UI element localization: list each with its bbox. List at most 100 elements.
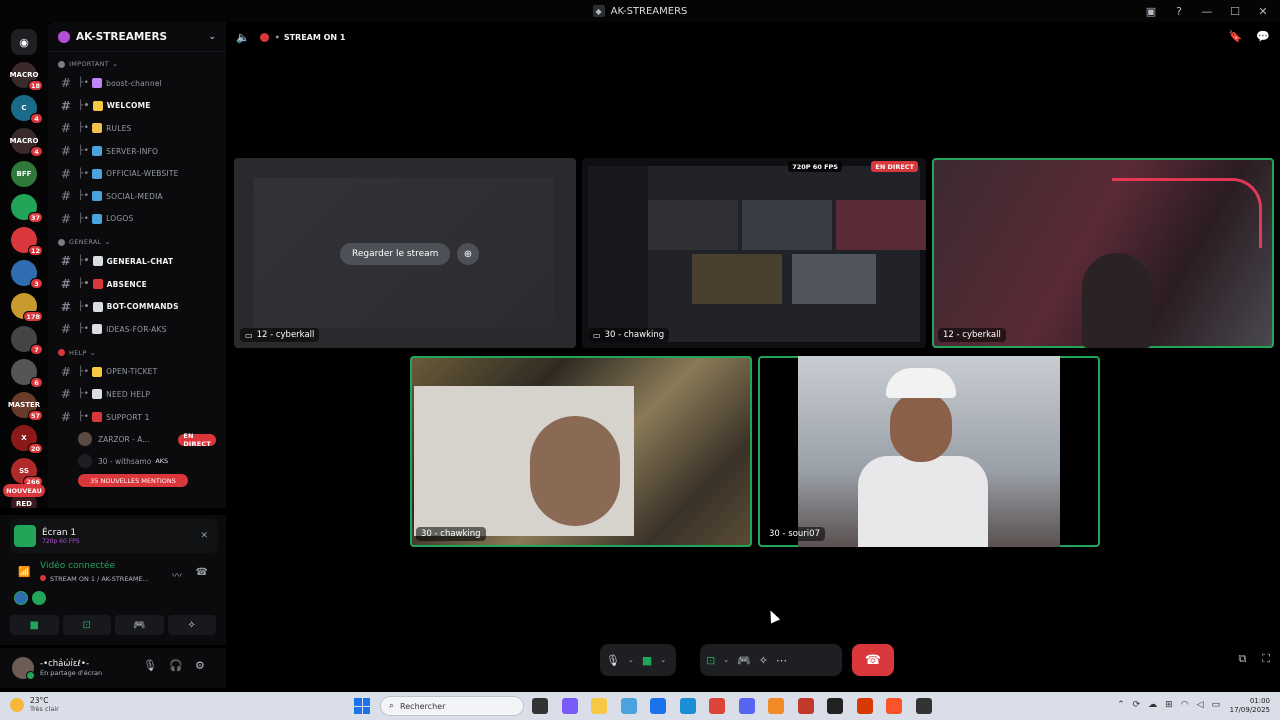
chevron-up-icon[interactable]: ⌃ [1117,700,1125,710]
battery-icon[interactable]: ▭ [1211,700,1220,710]
voice-channel-line[interactable]: STREAM ON 1 / AK-STREAME... [40,575,149,583]
channel-open-ticket[interactable]: # ├• OPEN-TICKET [48,361,226,384]
edge-icon[interactable] [679,698,696,714]
more-icon[interactable]: ⋯ [776,654,787,667]
channel-general-chat[interactable]: # ├• GENERAL-CHAT [48,250,226,273]
category-important[interactable]: IMPORTANT ⌄ [48,56,226,72]
avatar[interactable] [12,657,35,680]
server-icon-masters[interactable]: MASTER 57 [8,392,43,421]
chevron-down-icon[interactable]: ⌄ [208,32,216,42]
channel-official-website[interactable]: # ├• OFFICIAL-WEBSITE [48,162,226,185]
watch-stream-button[interactable]: Regarder le stream [340,243,451,265]
stream-tile-cyberkall-screen[interactable]: Regarder le stream ⊕ ▭ 12 - cyberkall [234,158,576,348]
close-icon[interactable]: ✕ [1252,2,1274,20]
vlc-icon[interactable] [768,698,784,714]
server-icon-macro-1[interactable]: MACRO 18 [10,62,43,91]
copilot-icon[interactable] [561,698,578,714]
help-icon[interactable]: ? [1168,2,1190,20]
avatar[interactable] [32,591,46,605]
new-mentions-badge[interactable]: 35 NOUVELLES MENTIONS [78,474,188,488]
server-icon-home[interactable]: ◉ [11,29,37,55]
server-icon-server-12[interactable]: 12 [11,227,43,256]
file-explorer-icon[interactable] [591,698,607,714]
channel-absence[interactable]: # ├• ABSENCE [48,273,226,296]
category-help[interactable]: HELP ⌄ [48,345,226,361]
server-icon-server-6[interactable]: 6 [11,359,43,388]
server-icon-server-266[interactable]: SS 266 [11,458,43,487]
category-general[interactable]: GENERAL ⌄ [48,234,226,250]
username[interactable]: -•chảώỉɛℓ•- [40,659,102,669]
photos-icon[interactable] [620,698,637,714]
stop-share-icon[interactable]: ✕ [200,531,208,541]
start-button[interactable] [354,698,370,714]
channel-server-info[interactable]: # ├• SERVER-INFO [48,140,226,163]
server-icon-macro-2[interactable]: MACRO 4 [10,128,43,157]
signal-icon[interactable]: 📶 [18,567,30,578]
channel-social-media[interactable]: # ├• SOCIAL-MEDIA [48,185,226,208]
popout-icon[interactable]: ⧉ [1238,652,1246,666]
server-icon-server-c[interactable]: C4 [11,95,43,124]
channel-welcome[interactable]: # ├• WELCOME [48,95,226,118]
server-icon-server-crown[interactable]: 178 [11,293,43,322]
soundboard-button[interactable]: ✧ [167,615,216,635]
voice-user-zarzor[interactable]: ZARZOR - A... EN DIRECT [48,428,226,450]
minimize-icon[interactable]: — [1196,2,1218,20]
new-servers-badge[interactable]: NOUVEAU [3,484,45,497]
obs-icon[interactable] [827,698,843,714]
video-tile-cyberkall[interactable]: 12 - cyberkall [932,158,1274,348]
noise-suppression-icon[interactable]: 〰 [172,567,182,582]
activity-button[interactable]: 🎮 [115,615,164,635]
tray-app-icon[interactable]: ⟳ [1133,700,1141,710]
discord-icon[interactable] [738,698,755,714]
gear-icon[interactable]: ⚙ [195,659,205,672]
chevron-down-icon[interactable]: ⌄ [723,656,729,664]
screen-share-icon[interactable]: ⊡ [706,654,715,667]
channel-logos[interactable]: # ├• LOGOS [48,208,226,231]
server-icon-best-friends[interactable]: BFF [11,161,37,187]
maximize-icon[interactable]: ☐ [1224,2,1246,20]
chrome-icon[interactable] [709,698,725,714]
chevron-down-icon[interactable]: ⌄ [628,656,634,664]
chevron-down-icon[interactable]: ⌄ [660,656,666,664]
store-icon[interactable] [650,698,666,714]
voice-user-withsamo[interactable]: 30 - withsamo AKS [48,450,226,472]
disconnect-icon[interactable]: ☎ [196,567,208,578]
microphone-icon[interactable]: 🎙 [606,654,620,667]
headphones-icon[interactable]: 🎧 [169,659,183,672]
screen-share-button[interactable]: ⊡ [62,615,111,635]
volume-icon[interactable]: ◁ [1197,700,1204,710]
channel-rules[interactable]: # ├• RULES [48,117,226,140]
server-icon-server-globe[interactable]: 3 [11,260,43,289]
microphone-icon[interactable]: 🎙 [143,659,157,672]
camera-icon[interactable]: ■ [642,654,652,667]
brave-icon[interactable] [886,698,902,714]
server-header[interactable]: AK-STREAMERS ⌄ [48,22,226,52]
app-red-icon[interactable] [797,698,814,714]
channel-bot-commands[interactable]: # ├• BOT-COMMANDS [48,295,226,318]
cloud-icon[interactable]: ☁ [1148,700,1157,710]
avatar[interactable] [14,591,28,605]
inbox-icon[interactable]: ▣ [1140,2,1162,20]
language-icon[interactable]: ⊞ [1165,700,1173,710]
channel-ideas-for-aks[interactable]: # ├• IDEAS-FOR-AKS [48,318,226,341]
fullscreen-icon[interactable]: ⛶ [1262,652,1270,666]
server-icon-server-7[interactable]: 7 [11,326,43,355]
app-dark-icon[interactable] [915,698,932,714]
taskbar-search[interactable]: ⌕ Rechercher [380,696,524,716]
weather-widget[interactable]: 23°C Très clair [10,696,59,713]
pin-icon[interactable]: 🔖 [1229,30,1243,43]
camera-button[interactable]: ■ [10,615,59,635]
channel-boost-channel[interactable]: # ├• boost-channel [48,72,226,95]
clock[interactable]: 01:00 17/09/2025 [1230,697,1270,715]
screen-share-card[interactable]: Écran 1 720p 60 FPS ✕ [10,519,218,553]
chat-icon[interactable]: 💬 [1256,30,1270,43]
leave-call-button[interactable]: ☎ [852,644,894,676]
server-icon-server-37[interactable]: 37 [11,194,43,223]
channel-need-help[interactable]: # ├• NEED HELP [48,383,226,406]
activity-icon[interactable]: 🎮 [737,654,751,667]
channel-support-1[interactable]: # ├• SUPPORT 1 [48,406,226,429]
stream-tile-chawking-screen[interactable]: 720P 60 FPS EN DIRECT ▭ 30 - chawking [582,158,926,348]
task-view-icon[interactable] [532,698,548,714]
wifi-icon[interactable]: ◠ [1181,700,1189,710]
video-tile-souri07[interactable]: 30 - souri07 [758,356,1100,547]
